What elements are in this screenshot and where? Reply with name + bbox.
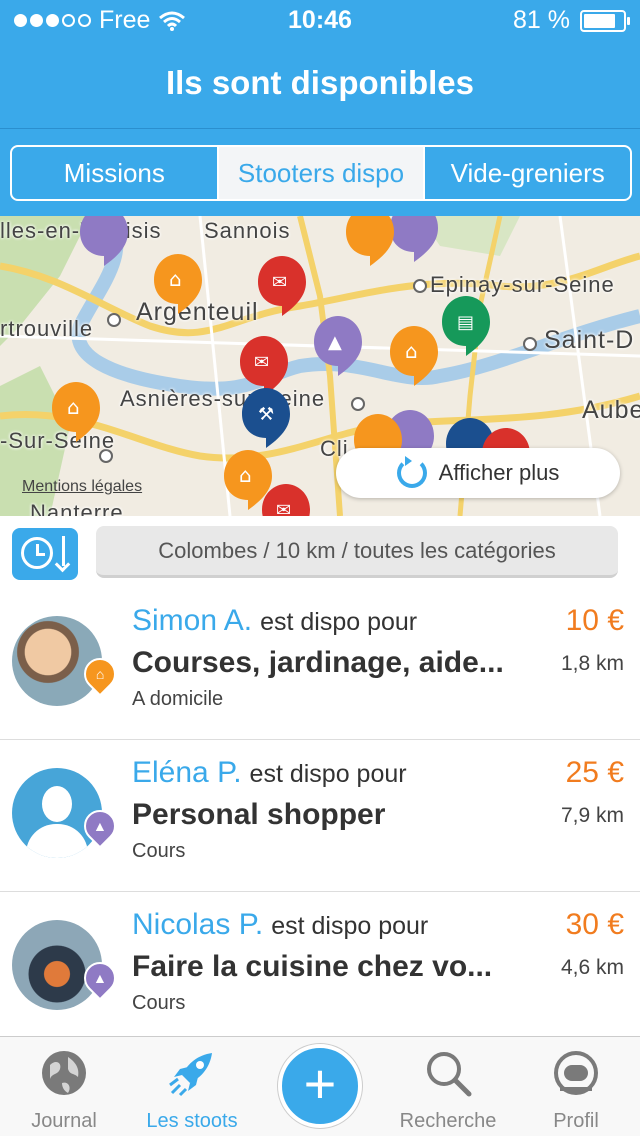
service-place: Cours bbox=[132, 992, 186, 1014]
marker-house[interactable] bbox=[346, 216, 394, 266]
dispo-text: est dispo pour bbox=[249, 760, 407, 788]
clock-icon bbox=[21, 537, 53, 569]
marker-house[interactable]: ⌂ bbox=[390, 326, 438, 386]
svg-text:⌂: ⌂ bbox=[169, 267, 182, 291]
refresh-icon bbox=[396, 456, 427, 488]
dispo-text: est dispo pour bbox=[271, 912, 429, 940]
show-more-label: Afficher plus bbox=[438, 460, 560, 485]
tab-recherche-label: Recherche bbox=[399, 1110, 497, 1132]
segmented-control: Missions Stooters dispo Vide-greniers bbox=[10, 145, 632, 201]
price: 10 € bbox=[565, 604, 624, 637]
segment-bar: Missions Stooters dispo Vide-greniers bbox=[0, 128, 640, 216]
marker-message[interactable]: ✉ bbox=[262, 484, 310, 516]
marker-graduation-cap[interactable] bbox=[390, 216, 438, 262]
sort-by-time-button[interactable] bbox=[12, 528, 78, 580]
segment-stooters-dispo[interactable]: Stooters dispo bbox=[218, 147, 426, 199]
map-view[interactable]: lles-en-Yvelisis Sannois Argenteuil Epin… bbox=[0, 216, 640, 516]
list-item[interactable]: ▲ Eléna P. est dispo pour Personal shoppe… bbox=[0, 740, 640, 892]
svg-text:✉: ✉ bbox=[254, 352, 269, 373]
svg-text:▤: ▤ bbox=[457, 312, 474, 333]
tab-journal-label: Journal bbox=[31, 1110, 97, 1132]
tab-profil[interactable]: Profil bbox=[512, 1037, 640, 1136]
page-title: Ils sont disponibles bbox=[165, 64, 475, 101]
stooter-list: ⌂ Simon A. est dispo pour Courses, jardin… bbox=[0, 588, 640, 1044]
marker-house[interactable]: ⌂ bbox=[52, 382, 100, 442]
add-button[interactable]: + bbox=[278, 1044, 362, 1128]
segment-vide-greniers[interactable]: Vide-greniers bbox=[425, 147, 630, 199]
distance: 1,8 km bbox=[560, 652, 624, 675]
tab-journal[interactable]: Journal bbox=[0, 1037, 128, 1136]
svg-text:✉: ✉ bbox=[276, 500, 291, 516]
marker-graduation-cap[interactable]: ▲ bbox=[314, 316, 362, 376]
service-title: Personal shopper bbox=[132, 798, 386, 831]
status-bar: Free 10:46 81 % bbox=[0, 0, 640, 40]
battery-info: 81 % bbox=[513, 6, 630, 35]
stooter-name: Eléna P. bbox=[132, 756, 242, 789]
marker-message[interactable]: ✉ bbox=[258, 256, 306, 316]
search-icon bbox=[427, 1052, 472, 1097]
distance: 7,9 km bbox=[560, 804, 624, 827]
stooter-heading: Eléna P. est dispo pour bbox=[132, 756, 407, 790]
marker-graduation-cap[interactable] bbox=[80, 216, 128, 266]
price: 25 € bbox=[565, 756, 624, 789]
svg-text:⌂: ⌂ bbox=[405, 339, 418, 363]
list-item[interactable]: ▲ Nicolas P. est dispo pour Faire la cuis… bbox=[0, 892, 640, 1044]
tab-recherche[interactable]: Recherche bbox=[384, 1037, 512, 1136]
astronaut-helmet-icon bbox=[554, 1051, 598, 1095]
marker-tools[interactable]: ⚒ bbox=[242, 388, 290, 448]
dispo-text: est dispo pour bbox=[260, 608, 418, 636]
svg-text:⌂: ⌂ bbox=[239, 463, 252, 487]
marker-house[interactable]: ⌂ bbox=[154, 254, 202, 314]
stooter-heading: Simon A. est dispo pour bbox=[132, 604, 417, 638]
service-place: A domicile bbox=[132, 688, 224, 710]
service-title: Faire la cuisine chez vo... bbox=[132, 950, 493, 983]
price: 30 € bbox=[565, 908, 624, 941]
svg-text:⌂: ⌂ bbox=[67, 395, 80, 419]
tab-profil-label: Profil bbox=[553, 1110, 599, 1132]
svg-text:✉: ✉ bbox=[272, 272, 287, 293]
nav-bar: Ils sont disponibles bbox=[0, 40, 640, 128]
svg-text:▲: ▲ bbox=[328, 332, 342, 353]
tab-les-stoots-label: Les stoots bbox=[146, 1110, 238, 1132]
distance: 4,6 km bbox=[560, 956, 624, 979]
list-item[interactable]: ⌂ Simon A. est dispo pour Courses, jardin… bbox=[0, 588, 640, 740]
stooter-name: Simon A. bbox=[132, 604, 253, 637]
filter-bar: Colombes / 10 km / toutes les catégories bbox=[0, 516, 640, 588]
rocket-icon bbox=[169, 1053, 212, 1097]
battery-percent: 81 % bbox=[513, 6, 570, 34]
tab-les-stoots[interactable]: Les stoots bbox=[128, 1037, 256, 1136]
globe-icon bbox=[42, 1051, 86, 1095]
arrow-down-icon bbox=[62, 536, 65, 566]
segment-missions[interactable]: Missions bbox=[12, 147, 219, 199]
marker-basket[interactable]: ▤ bbox=[442, 296, 490, 356]
show-more-button[interactable]: Afficher plus bbox=[336, 448, 620, 498]
stooter-heading: Nicolas P. est dispo pour bbox=[132, 908, 428, 942]
service-title: Courses, jardinage, aide... bbox=[132, 646, 504, 679]
stooter-name: Nicolas P. bbox=[132, 908, 264, 941]
marker-message[interactable]: ✉ bbox=[240, 336, 288, 396]
svg-text:⚒: ⚒ bbox=[258, 404, 274, 425]
legal-mentions-link[interactable]: Mentions légales bbox=[22, 478, 142, 496]
filter-field[interactable]: Colombes / 10 km / toutes les catégories bbox=[96, 526, 618, 578]
battery-icon bbox=[580, 9, 630, 32]
service-place: Cours bbox=[132, 840, 186, 862]
